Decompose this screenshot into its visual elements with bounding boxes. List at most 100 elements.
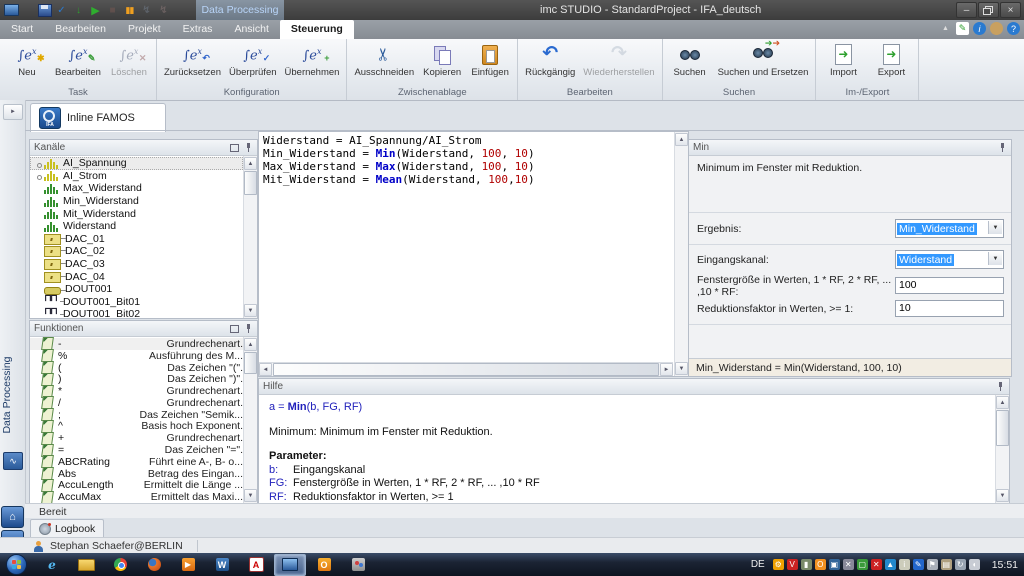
rückgängig-button[interactable]: ↶Rückgängig xyxy=(521,39,579,79)
eingangskanal-dropdown[interactable]: Widerstand ▼ xyxy=(895,250,1004,269)
ergebnis-dropdown[interactable]: Min_Widerstand ▼ xyxy=(895,219,1004,238)
channel-row[interactable]: Min_Widerstand xyxy=(30,195,243,208)
function-row[interactable]: ;Das Zeichen "Semik... xyxy=(30,409,243,421)
taskbar-graphics-app[interactable] xyxy=(342,554,374,576)
kopieren-button[interactable]: Kopieren xyxy=(418,39,466,79)
tray-clipboard-icon[interactable]: ▤ xyxy=(941,559,952,570)
fenstergroesse-input[interactable]: 100 xyxy=(895,277,1004,294)
tray-outlook-icon[interactable]: O xyxy=(815,559,826,570)
scroll-down-icon[interactable]: ▼ xyxy=(675,362,688,375)
channel-row[interactable]: DOUT001_Bit01 xyxy=(30,296,243,309)
tray-volume-icon[interactable]: ◖ xyxy=(969,559,980,570)
zurücksetzen-button[interactable]: ∫ex↶Zurücksetzen xyxy=(160,39,225,79)
function-row[interactable]: ABCRatingFührt eine A-, B- o... xyxy=(30,456,243,468)
start-button[interactable] xyxy=(6,554,27,575)
taskbar-firefox[interactable] xyxy=(138,554,170,576)
code-area[interactable]: Widerstand = AI_Spannung/AI_StromMin_Wid… xyxy=(259,132,674,376)
tray-bulb-icon[interactable]: i xyxy=(899,559,910,570)
verify-icon[interactable]: ✓ xyxy=(54,3,69,17)
open-project-icon[interactable] xyxy=(21,3,36,17)
ribbon-tab-start[interactable]: Start xyxy=(0,20,44,39)
taskbar-windows-explorer[interactable] xyxy=(70,554,102,576)
chevron-down-icon[interactable]: ▼ xyxy=(988,221,1002,234)
sidebar-home-icon[interactable]: ⌂ xyxy=(1,506,24,528)
pin-icon[interactable] xyxy=(998,143,1007,152)
ausschneiden-button[interactable]: ✂Ausschneiden xyxy=(350,39,418,79)
überprüfen-button[interactable]: ∫ex✓Überprüfen xyxy=(225,39,281,79)
tray-gear-icon[interactable]: ⚙ xyxy=(773,559,784,570)
tab-inline-famos[interactable]: Inline FAMOS xyxy=(30,103,166,132)
channel-row[interactable]: DAC_03 xyxy=(30,258,243,271)
channel-row[interactable]: DAC_01 xyxy=(30,233,243,246)
function-row[interactable]: ^Basis hoch Exponent. xyxy=(30,421,243,433)
tray-notes-icon[interactable]: ✎ xyxy=(913,559,924,570)
ribbon-tab-bearbeiten[interactable]: Bearbeiten xyxy=(44,20,117,39)
tray-shield-icon[interactable]: V xyxy=(787,559,798,570)
function-row[interactable]: /Grundrechenart. xyxy=(30,397,243,409)
editor-vscrollbar[interactable]: ▲ ▼ xyxy=(674,132,688,376)
channel-row[interactable]: DAC_04 xyxy=(30,270,243,283)
taskbar-imc-studio[interactable] xyxy=(274,554,306,576)
tray-battery-icon[interactable]: ▮ xyxy=(801,559,812,570)
function-row[interactable]: AccuLengthErmittelt die Länge ... xyxy=(30,480,243,492)
übernehmen-button[interactable]: ∫ex+Übernehmen xyxy=(281,39,344,79)
suchen-und-ersetzen-button[interactable]: ➔➔Suchen und Ersetzen xyxy=(714,39,813,79)
edit-mode-icon[interactable]: ✎ xyxy=(956,22,969,35)
scroll-left-icon[interactable]: ◄ xyxy=(259,363,272,376)
tray-sync-icon[interactable]: ↻ xyxy=(955,559,966,570)
scroll-up-icon[interactable]: ▲ xyxy=(244,338,257,351)
maximize-panel-icon[interactable] xyxy=(230,325,239,333)
pin-icon[interactable] xyxy=(244,143,253,152)
sidebar-label[interactable]: Data Processing xyxy=(1,340,23,450)
function-row[interactable]: =Das Zeichen "=". xyxy=(30,444,243,456)
channel-row[interactable]: AI_Strom xyxy=(30,170,243,183)
tray-display-icon[interactable]: ▢ xyxy=(857,559,868,570)
tray-gpu-icon[interactable]: ▲ xyxy=(885,559,896,570)
scroll-thumb[interactable] xyxy=(996,410,1009,446)
help-icon[interactable]: ? xyxy=(1007,22,1020,35)
function-row[interactable]: )Das Zeichen ")". xyxy=(30,373,243,385)
ribbon-tab-ansicht[interactable]: Ansicht xyxy=(223,20,279,39)
context-tab-data-processing[interactable]: Data Processing xyxy=(196,0,284,20)
taskbar-word[interactable]: W xyxy=(206,554,238,576)
function-row[interactable]: AccuMaxErmittelt das Maxi... xyxy=(30,491,243,503)
pin-icon[interactable] xyxy=(996,382,1005,391)
channel-row[interactable]: DOUT001 xyxy=(30,283,243,296)
scroll-thumb[interactable] xyxy=(273,363,659,376)
tray-error-icon[interactable]: ✕ xyxy=(871,559,882,570)
logbook-tab[interactable]: Logbook xyxy=(30,519,104,537)
reduktionsfaktor-input[interactable]: 10 xyxy=(895,300,1004,317)
close-button[interactable]: × xyxy=(1000,2,1021,18)
channel-row[interactable]: DOUT001_Bit02 xyxy=(30,308,243,318)
scroll-up-icon[interactable]: ▲ xyxy=(675,133,688,146)
collapse-ribbon-icon[interactable]: ▲ xyxy=(939,22,952,35)
sidebar-expand-icon[interactable]: ► xyxy=(3,104,23,120)
pause-icon[interactable]: ▮▮ xyxy=(122,3,137,17)
taskbar-outlook[interactable]: O xyxy=(308,554,340,576)
minimize-button[interactable]: – xyxy=(956,2,977,18)
users-icon[interactable] xyxy=(990,22,1003,35)
channels-scrollbar[interactable]: ▲ ▼ xyxy=(243,156,257,318)
restore-button[interactable] xyxy=(978,2,999,18)
channel-row[interactable]: DAC_02 xyxy=(30,245,243,258)
einfügen-button[interactable]: Einfügen xyxy=(466,39,514,79)
channel-row[interactable]: AI_Spannung xyxy=(30,157,243,170)
functions-scrollbar[interactable]: ▲ ▼ xyxy=(243,337,257,503)
scroll-up-icon[interactable]: ▲ xyxy=(996,396,1009,409)
function-row[interactable]: +Grundrechenart. xyxy=(30,432,243,444)
taskbar-chrome[interactable] xyxy=(104,554,136,576)
download-icon[interactable]: ↓ xyxy=(71,3,86,17)
editor-hscrollbar[interactable]: ◄ ► xyxy=(259,362,673,376)
pin-icon[interactable] xyxy=(244,324,253,333)
help-scrollbar[interactable]: ▲ ▼ xyxy=(995,395,1009,503)
maximize-panel-icon[interactable] xyxy=(230,144,239,152)
taskbar-internet-explorer[interactable]: e xyxy=(36,554,68,576)
channel-row[interactable]: Max_Widerstand xyxy=(30,182,243,195)
neu-button[interactable]: ∫ex✱Neu xyxy=(3,39,51,79)
function-row[interactable]: (Das Zeichen "(". xyxy=(30,362,243,374)
scroll-up-icon[interactable]: ▲ xyxy=(244,157,257,170)
scroll-down-icon[interactable]: ▼ xyxy=(244,489,257,502)
suchen-button[interactable]: Suchen xyxy=(666,39,714,79)
import-button[interactable]: ➜Import xyxy=(819,39,867,79)
taskbar-acrobat[interactable]: A xyxy=(240,554,272,576)
